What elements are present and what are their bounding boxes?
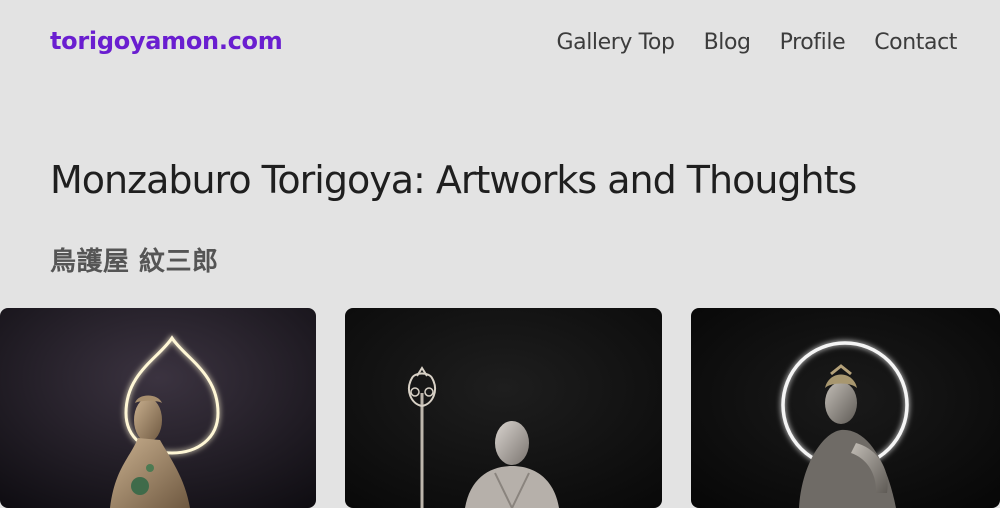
artwork-card-2[interactable] (345, 308, 662, 508)
page-title: Monzaburo Torigoya: Artworks and Thought… (50, 158, 857, 202)
artwork-card-3[interactable] (691, 308, 1000, 508)
artwork-card-1[interactable] (0, 308, 316, 508)
artwork-image-ring-halo-figure (691, 308, 1000, 508)
artwork-image-monk-with-staff (345, 308, 662, 508)
page-subtitle: 鳥護屋 紋三郎 (50, 247, 219, 277)
nav-link-blog[interactable]: Blog (704, 30, 751, 55)
artwork-gallery (0, 308, 1000, 508)
site-header: torigoyamon.com Gallery Top Blog Profile… (0, 0, 1000, 90)
main-nav: Gallery Top Blog Profile Contact (556, 30, 957, 55)
site-logo-link[interactable]: torigoyamon.com (50, 27, 283, 55)
nav-link-gallery-top[interactable]: Gallery Top (556, 30, 674, 55)
nav-link-profile[interactable]: Profile (780, 30, 846, 55)
artwork-image-drop-halo-sculpture (0, 308, 316, 508)
nav-link-contact[interactable]: Contact (874, 30, 957, 55)
